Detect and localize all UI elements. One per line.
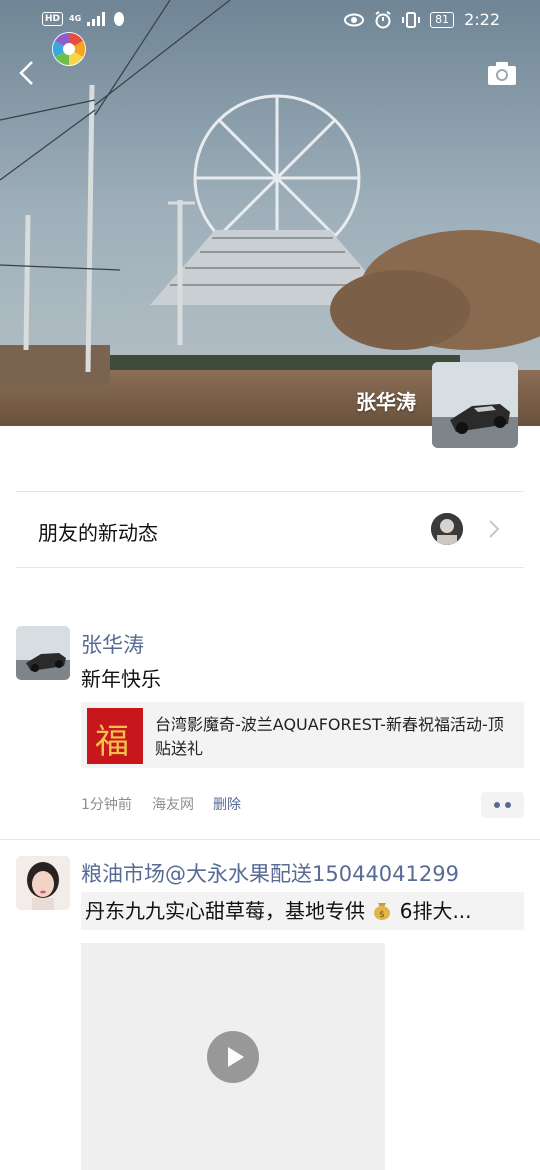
post-text: 新年快乐	[81, 667, 161, 691]
svg-text:$: $	[379, 910, 385, 920]
link-card[interactable]: 福 台湾影魔奇-波兰AQUAFOREST-新春祝福活动-顶贴送礼	[81, 702, 524, 768]
network-type: 4G	[69, 14, 82, 23]
post-text-part2: 6排大...	[399, 899, 472, 923]
post-text[interactable]: 丹东九九实心甜草莓，基地专供 $ 6排大...	[81, 892, 524, 930]
link-thumbnail: 福	[87, 708, 143, 764]
camera-icon[interactable]	[487, 60, 517, 86]
status-bar: HD 4G 81 2:22	[0, 0, 540, 40]
car-image	[432, 362, 518, 448]
more-dots-icon[interactable]	[481, 792, 524, 818]
car-image	[16, 626, 70, 680]
avatar-image	[431, 513, 463, 545]
status-right: 81 2:22	[344, 10, 500, 29]
delete-button[interactable]: 删除	[213, 794, 241, 814]
video-thumbnail[interactable]	[81, 943, 385, 1170]
back-arrow-icon[interactable]	[16, 58, 40, 88]
post-text-part1: 丹东九九实心甜草莓，基地专供	[85, 899, 372, 923]
money-bag-icon: $	[374, 903, 391, 920]
vibrate-icon	[402, 11, 421, 28]
post-avatar[interactable]	[16, 856, 70, 910]
friends-updates-row[interactable]: 朋友的新动态	[16, 492, 524, 567]
post-time: 1分钟前	[81, 797, 132, 813]
status-left: HD 4G	[42, 11, 127, 27]
hd-badge: HD	[42, 12, 64, 26]
divider	[16, 567, 524, 568]
alarm-icon	[375, 10, 391, 28]
chevron-right-icon	[489, 520, 500, 538]
girl-image	[16, 856, 70, 910]
status-time: 2:22	[464, 10, 500, 29]
play-icon[interactable]	[207, 1031, 259, 1083]
owner-avatar[interactable]	[432, 362, 518, 448]
friends-updates-label: 朋友的新动态	[38, 521, 158, 545]
divider	[0, 839, 540, 840]
signal-icon	[87, 12, 106, 26]
owner-name[interactable]: 张华涛	[356, 386, 416, 415]
camera-app-icon	[52, 32, 86, 66]
link-thumb-char: 福	[95, 722, 129, 762]
post-source[interactable]: 海友网	[152, 794, 194, 814]
play-triangle	[228, 1047, 244, 1067]
post-author[interactable]: 张华涛	[81, 629, 144, 659]
qq-icon	[114, 12, 125, 26]
battery-level: 81	[430, 11, 455, 28]
dot	[494, 802, 500, 808]
friend-avatar	[431, 513, 463, 545]
eye-icon	[344, 13, 365, 26]
post-author[interactable]: 粮油市场@大永水果配送15044041299	[81, 858, 459, 888]
post-avatar[interactable]	[16, 626, 70, 680]
link-title: 台湾影魔奇-波兰AQUAFOREST-新春祝福活动-顶贴送礼	[155, 715, 504, 758]
dot	[505, 802, 511, 808]
